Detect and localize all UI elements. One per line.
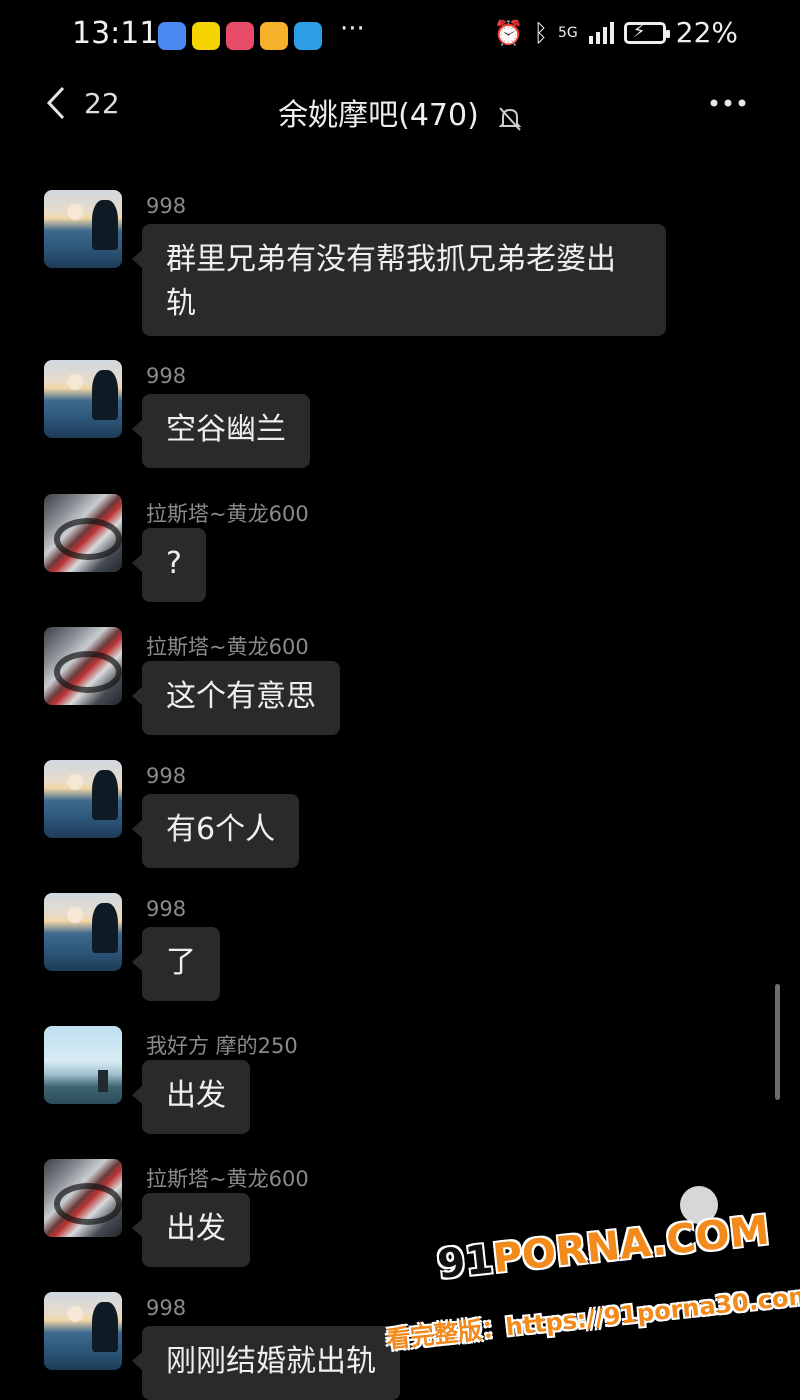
alarm-icon: ⏰ — [493, 18, 524, 47]
sender-name: 拉斯塔~黄龙600 — [146, 635, 309, 659]
avatar[interactable] — [44, 1159, 122, 1237]
avatar[interactable] — [44, 760, 122, 838]
message-bubble[interactable]: 刚刚结婚就出轨 — [132, 1326, 400, 1400]
notification-icons — [158, 22, 322, 50]
avatar[interactable] — [44, 494, 122, 572]
message-bubble[interactable]: 空谷幽兰 — [132, 394, 310, 468]
bluetooth-icon: ᛒ — [533, 18, 548, 47]
message-bubble[interactable]: ? — [132, 528, 206, 602]
sender-name: 拉斯塔~黄龙600 — [146, 502, 309, 526]
watermark-logo-number: 91 — [435, 1236, 496, 1288]
battery-percent: 22% — [675, 16, 738, 49]
baidu-app-icon — [158, 22, 186, 50]
sender-name: 998 — [146, 364, 187, 388]
message-bubble[interactable]: 出发 — [132, 1193, 250, 1267]
message-bubble[interactable]: 群里兄弟有没有帮我抓兄弟老婆出轨 — [132, 224, 666, 336]
chat-header: 22 余姚摩吧(470) — [0, 72, 800, 152]
message-app-icon — [294, 22, 322, 50]
avatar[interactable] — [44, 190, 122, 268]
sender-name: 998 — [146, 764, 187, 788]
sender-name: 998 — [146, 194, 187, 218]
more-notifications-icon: ··· — [340, 14, 365, 44]
scrollbar[interactable] — [775, 984, 780, 1100]
watermark-logo: 91PORNA.COM — [435, 1207, 771, 1288]
status-time: 13:11 — [72, 16, 159, 51]
message-bubble[interactable]: 有6个人 — [131, 794, 300, 868]
battery-icon: ⚡ — [623, 21, 670, 44]
chat-title: 余姚摩吧(470) — [278, 98, 479, 133]
status-indicators: ⏰ ᛒ 5G ⚡ 22% — [494, 16, 738, 49]
message-bubble[interactable]: 这个有意思 — [132, 661, 340, 735]
more-dots-icon — [710, 99, 746, 107]
sender-name: 998 — [146, 897, 187, 921]
avatar[interactable] — [44, 1026, 122, 1104]
video-app-icon — [226, 22, 254, 50]
status-bar: 13:11 ··· ⏰ ᛒ 5G ⚡ 22% — [0, 0, 800, 72]
sender-name: 我好方 摩的250 — [146, 1034, 298, 1058]
signal-icon — [588, 21, 614, 44]
avatar[interactable] — [44, 893, 122, 971]
sender-name: 拉斯塔~黄龙600 — [146, 1167, 309, 1191]
watermark-logo-text: PORNA.COM — [490, 1207, 772, 1283]
message-bubble[interactable]: 出发 — [132, 1060, 250, 1134]
avatar[interactable] — [44, 627, 122, 705]
avatar[interactable] — [44, 1292, 122, 1370]
message-bubble[interactable]: 了 — [132, 927, 220, 1001]
game-app-icon — [260, 22, 288, 50]
more-options-button[interactable] — [710, 92, 746, 111]
mute-bell-icon — [498, 106, 522, 136]
avatar[interactable] — [44, 360, 122, 438]
network-type: 5G — [558, 24, 578, 41]
sender-name: 998 — [146, 1296, 187, 1320]
app-notification-icon — [192, 22, 220, 50]
